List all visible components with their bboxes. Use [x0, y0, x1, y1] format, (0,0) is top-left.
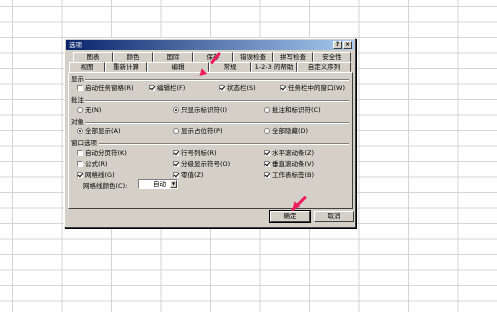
dialog-titlebar[interactable]: 选项 ? ×: [66, 40, 354, 50]
status-bar-checkbox[interactable]: 状态栏(S): [219, 84, 256, 92]
tab-view[interactable]: 视图: [69, 62, 105, 72]
row-col-headers-checkbox[interactable]: 行号列标(R): [173, 149, 217, 157]
section-divider: [85, 122, 349, 124]
checkbox-box[interactable]: [264, 172, 270, 178]
window-options-section-label: 窗口选项: [71, 139, 97, 147]
outline-symbols-checkbox[interactable]: 分级显示符号(O): [173, 160, 230, 168]
comments-both-radio[interactable]: 批注和标识符(C): [264, 106, 321, 114]
horizontal-scroll-checkbox[interactable]: 水平滚动条(Z): [264, 149, 314, 157]
formulas-checkbox[interactable]: 公式(R): [77, 160, 108, 168]
sheet-tabs-checkbox[interactable]: 工作表标签(B): [264, 171, 314, 179]
checkbox-box[interactable]: [219, 85, 225, 91]
dialog-title: 选项: [69, 41, 82, 49]
help-icon[interactable]: ?: [333, 41, 342, 49]
section-divider: [85, 100, 349, 102]
radio-label: 全部显示(A): [85, 127, 121, 135]
checkbox-label: 公式(R): [85, 160, 108, 168]
checkbox-box[interactable]: [77, 85, 83, 91]
checkbox-label: 工作表标签(B): [272, 171, 315, 179]
checkbox-label: 分级显示符号(O): [181, 160, 231, 168]
cancel-button[interactable]: 取消: [314, 211, 354, 222]
radio-circle[interactable]: [264, 107, 270, 113]
tab-calculation[interactable]: 重新计算: [105, 62, 147, 72]
checkbox-label: 垂直滚动条(V): [272, 160, 315, 168]
radio-circle[interactable]: [77, 128, 83, 134]
tab-color[interactable]: 颜色: [113, 52, 153, 62]
options-dialog: 选项 ? × 图表 颜色 国际 保存 错误检查 拼写检查 安全性 视图 重新计算…: [64, 38, 356, 228]
objects-placeholders-radio[interactable]: 显示占位符(P): [173, 127, 223, 135]
radio-label: 无(N): [85, 106, 102, 114]
show-section-label: 显示: [71, 75, 84, 83]
checkbox-box[interactable]: [173, 161, 179, 167]
checkbox-box[interactable]: [173, 172, 179, 178]
gridline-color-select[interactable]: 自动 ▼: [138, 179, 178, 189]
checkbox-label: 任务栏中的窗口(W): [288, 84, 345, 92]
objects-hide-all-radio[interactable]: 全部隐藏(D): [264, 127, 308, 135]
checkbox-label: 水平滚动条(Z): [272, 149, 315, 157]
checkbox-label: 启动任务窗格(R): [85, 84, 134, 92]
checkbox-label: 编辑栏(F): [157, 84, 186, 92]
checkbox-box[interactable]: [264, 150, 270, 156]
radio-circle[interactable]: [264, 128, 270, 134]
tab-international[interactable]: 国际: [153, 52, 193, 62]
vertical-scroll-checkbox[interactable]: 垂直滚动条(V): [264, 160, 314, 168]
tab-general[interactable]: 常规: [209, 62, 251, 72]
view-tab-panel: 显示 启动任务窗格(R) 编辑栏(F) 状态栏(S) 任务栏中的窗口(W) 批注…: [68, 72, 353, 209]
radio-circle[interactable]: [173, 107, 179, 113]
tab-chart[interactable]: 图表: [73, 52, 113, 62]
comments-section-label: 批注: [71, 96, 84, 104]
radio-circle[interactable]: [173, 128, 179, 134]
formula-bar-checkbox[interactable]: 编辑栏(F): [149, 84, 185, 92]
radio-label: 显示占位符(P): [181, 127, 223, 135]
tab-123-help[interactable]: 1-2-3 的帮助: [251, 62, 297, 72]
section-divider: [85, 79, 349, 81]
tab-security[interactable]: 安全性: [313, 52, 351, 62]
taskbar-windows-checkbox[interactable]: 任务栏中的窗口(W): [280, 84, 345, 92]
radio-circle[interactable]: [77, 107, 83, 113]
checkbox-label: 零值(Z): [181, 171, 204, 179]
comments-none-radio[interactable]: 无(N): [77, 106, 101, 114]
tab-custom-lists[interactable]: 自定义序列: [297, 62, 351, 72]
checkbox-box[interactable]: [77, 172, 83, 178]
zero-values-checkbox[interactable]: 零值(Z): [173, 171, 204, 179]
radio-label: 批注和标识符(C): [272, 106, 321, 114]
comments-indicator-radio[interactable]: 只显示标识符(I): [173, 106, 227, 114]
objects-show-all-radio[interactable]: 全部显示(A): [77, 127, 121, 135]
checkbox-label: 状态栏(S): [227, 84, 256, 92]
checkbox-label: 行号列标(R): [181, 149, 217, 157]
select-value: 自动: [153, 180, 166, 188]
startup-pane-checkbox[interactable]: 启动任务窗格(R): [77, 84, 134, 92]
tab-spelling[interactable]: 拼写检查: [273, 52, 313, 62]
gridlines-checkbox[interactable]: 网格线(G): [77, 171, 115, 179]
gridline-color-label: 网格线颜色(C):: [83, 182, 128, 190]
checkbox-box[interactable]: [77, 161, 83, 167]
page-breaks-checkbox[interactable]: 自动分页符(K): [77, 149, 127, 157]
section-divider: [99, 143, 349, 145]
checkbox-box[interactable]: [173, 150, 179, 156]
tab-error-checking[interactable]: 错误检查: [233, 52, 273, 62]
close-icon[interactable]: ×: [343, 41, 352, 49]
checkbox-label: 网格线(G): [85, 171, 115, 179]
checkbox-box[interactable]: [77, 150, 83, 156]
checkbox-box[interactable]: [149, 85, 155, 91]
objects-section-label: 对象: [71, 118, 84, 126]
chevron-down-icon[interactable]: ▼: [170, 180, 177, 188]
checkbox-box[interactable]: [264, 161, 270, 167]
ok-button[interactable]: 确定: [269, 210, 311, 223]
radio-label: 只显示标识符(I): [181, 106, 227, 114]
checkbox-box[interactable]: [280, 85, 286, 91]
radio-label: 全部隐藏(D): [272, 127, 309, 135]
checkbox-label: 自动分页符(K): [85, 149, 127, 157]
